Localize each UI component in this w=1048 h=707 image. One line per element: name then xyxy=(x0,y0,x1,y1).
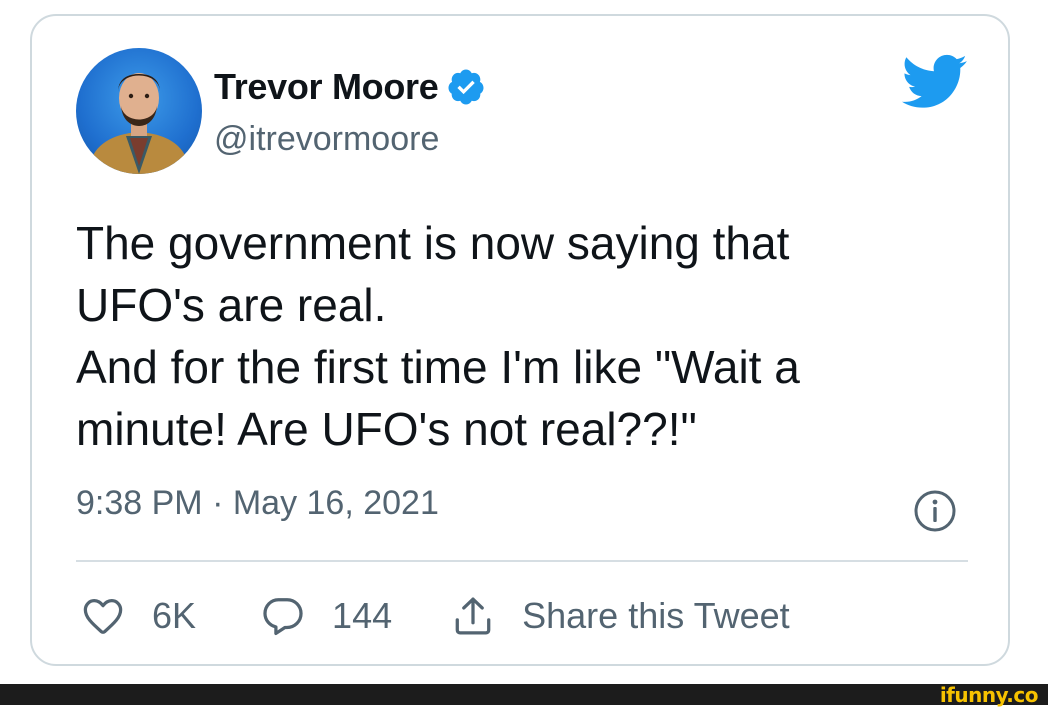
user-name[interactable]: Trevor Moore xyxy=(214,66,439,108)
share-button[interactable]: Share this Tweet xyxy=(450,593,790,639)
reply-button[interactable]: 144 xyxy=(260,593,450,639)
like-button[interactable]: 6K xyxy=(80,593,260,639)
reply-bubble-icon xyxy=(263,598,303,636)
watermark-logo: ifunny.co xyxy=(939,683,1039,707)
info-icon[interactable] xyxy=(912,488,958,534)
user-handle[interactable]: @itrevormoore xyxy=(214,120,439,159)
tweet-text: The government is now saying that UFO's … xyxy=(76,217,800,455)
share-upload-icon xyxy=(455,597,491,635)
reply-count: 144 xyxy=(332,595,393,636)
watermark-bar: ifunny.co xyxy=(0,683,1048,707)
share-label: Share this Tweet xyxy=(522,595,790,636)
heart-icon xyxy=(83,599,123,634)
tweet-card: Trevor Moore @itrevormoore The governmen… xyxy=(30,14,1010,666)
like-count: 6K xyxy=(152,595,197,636)
avatar[interactable] xyxy=(76,48,202,174)
twitter-bird-icon[interactable] xyxy=(902,54,968,110)
verified-badge-icon xyxy=(448,69,484,105)
tweet-actions: 6K 144 Share this Tweet xyxy=(80,588,790,644)
divider xyxy=(76,560,968,562)
user-name-row: Trevor Moore xyxy=(214,66,486,108)
tweet-timestamp[interactable]: 9:38 PM · May 16, 2021 xyxy=(76,484,439,523)
